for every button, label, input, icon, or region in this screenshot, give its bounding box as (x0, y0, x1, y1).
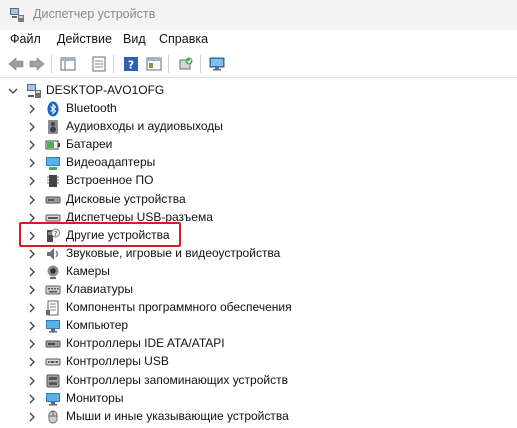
tree-category-label: Видеоадаптеры (66, 155, 156, 169)
tree-category-label: Аудиовходы и аудиовыходы (66, 119, 223, 133)
disk-drive-icon (45, 192, 61, 208)
chevron-right-icon[interactable] (27, 248, 37, 260)
tree-category-label: Компоненты программного обеспечения (66, 300, 292, 314)
tree-category-label: Мониторы (66, 391, 124, 405)
chevron-down-icon[interactable] (8, 85, 18, 97)
battery-icon (45, 137, 61, 153)
tree-category-row[interactable]: Контроллеры USB (0, 353, 517, 371)
chevron-right-icon[interactable] (27, 175, 37, 187)
highlight-annotation-box (19, 222, 181, 247)
display-adapter-icon (45, 155, 61, 171)
chevron-right-icon[interactable] (27, 103, 37, 115)
mouse-icon (45, 409, 61, 425)
tree-category-row[interactable]: Аудиовходы и аудиовыходы (0, 118, 517, 136)
tree-category-label: Клавиатуры (66, 282, 133, 296)
tree-category-label: Встроенное ПО (66, 173, 154, 187)
tree-category-row[interactable]: Контроллеры IDE ATA/ATAPI (0, 335, 517, 353)
tree-category-row[interactable]: Контроллеры запоминающих устройств (0, 372, 517, 390)
scan-hardware-icon[interactable] (176, 55, 196, 73)
tree-category-row[interactable]: Мыши и иные указывающие устройства (0, 408, 517, 426)
device-manager-app-icon (9, 7, 25, 26)
tree-category-row[interactable]: Мониторы (0, 390, 517, 408)
menu-view[interactable]: Вид (123, 32, 146, 46)
menu-file[interactable]: Файл (10, 32, 41, 46)
toolbar-separator (113, 55, 114, 73)
chevron-right-icon[interactable] (27, 411, 37, 423)
bluetooth-icon (45, 101, 61, 117)
svg-text:?: ? (128, 59, 134, 72)
window-title: Диспетчер устройств (33, 7, 156, 21)
computer-icon (45, 318, 61, 334)
usb-controller-icon (45, 354, 61, 370)
software-component-icon (45, 300, 61, 316)
keyboard-icon (45, 282, 61, 298)
tree-category-row[interactable]: Компоненты программного обеспечения (0, 299, 517, 317)
tree-category-label: Контроллеры IDE ATA/ATAPI (66, 336, 225, 350)
tree-category-label: Bluetooth (66, 101, 117, 115)
help-icon[interactable]: ? (121, 55, 141, 73)
tree-category-label: Камеры (66, 264, 110, 278)
tree-category-label: Батареи (66, 137, 113, 151)
camera-icon (45, 264, 61, 280)
tree-category-row[interactable]: Батареи (0, 136, 517, 154)
tree-category-row[interactable]: Клавиатуры (0, 281, 517, 299)
chevron-right-icon[interactable] (27, 375, 37, 387)
ide-controller-icon (45, 336, 61, 352)
console-tree-icon[interactable] (58, 55, 78, 73)
tree-category-row[interactable]: Видеоадаптеры (0, 154, 517, 172)
computer-root-icon (26, 83, 42, 99)
chevron-right-icon[interactable] (27, 194, 37, 206)
speaker-icon (45, 119, 61, 135)
tree-category-label: Мыши и иные указывающие устройства (66, 409, 289, 423)
title-bar: Диспетчер устройств (0, 0, 517, 30)
action-view-icon[interactable] (144, 55, 164, 73)
toolbar-separator (51, 55, 52, 73)
firmware-icon (45, 173, 61, 189)
chevron-right-icon[interactable] (27, 266, 37, 278)
tree-category-row[interactable]: Встроенное ПО (0, 172, 517, 190)
tree-root-label: DESKTOP-AVO1OFG (46, 83, 165, 97)
chevron-right-icon[interactable] (27, 356, 37, 368)
tree-category-row[interactable]: Дисковые устройства (0, 191, 517, 209)
toolbar-separator (168, 55, 169, 73)
chevron-right-icon[interactable] (27, 284, 37, 296)
tree-category-row[interactable]: Компьютер (0, 317, 517, 335)
storage-controller-icon (45, 373, 61, 389)
tree-category-label: Дисковые устройства (66, 192, 186, 206)
tree-category-label: Контроллеры запоминающих устройств (66, 373, 288, 387)
chevron-right-icon[interactable] (27, 121, 37, 133)
menu-action[interactable]: Действие (57, 32, 112, 46)
menu-bar: Файл Действие Вид Справка (0, 30, 517, 50)
tree-root-row[interactable]: DESKTOP-AVO1OFG (0, 82, 517, 100)
chevron-right-icon[interactable] (27, 139, 37, 151)
toolbar: ? (0, 51, 517, 78)
properties-icon[interactable] (89, 55, 109, 73)
sound-icon (45, 246, 61, 262)
toolbar-separator (200, 55, 201, 73)
tree-category-label: Компьютер (66, 318, 129, 332)
back-arrow-icon[interactable] (6, 55, 26, 73)
monitor-update-icon[interactable] (207, 55, 227, 73)
chevron-right-icon[interactable] (27, 338, 37, 350)
tree-category-row[interactable]: Bluetooth (0, 100, 517, 118)
tree-category-row[interactable]: Камеры (0, 263, 517, 281)
menu-help[interactable]: Справка (159, 32, 208, 46)
monitor-icon (45, 391, 61, 407)
chevron-right-icon[interactable] (27, 320, 37, 332)
tree-category-label: Контроллеры USB (66, 354, 169, 368)
tree-category-label: Звуковые, игровые и видеоустройства (66, 246, 281, 260)
chevron-right-icon[interactable] (27, 302, 37, 314)
tree-category-row[interactable]: Звуковые, игровые и видеоустройства (0, 245, 517, 263)
forward-arrow-icon[interactable] (27, 55, 47, 73)
chevron-right-icon[interactable] (27, 157, 37, 169)
chevron-right-icon[interactable] (27, 393, 37, 405)
